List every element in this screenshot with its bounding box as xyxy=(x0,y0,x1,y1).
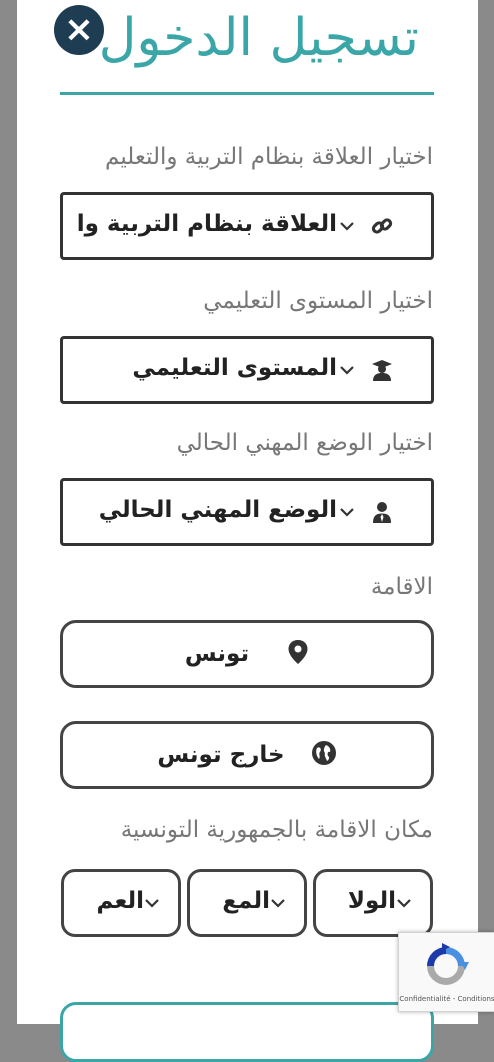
chevron-down-icon xyxy=(339,361,355,380)
relation-label: اختيار العلاقة بنظام التربية والتعليم xyxy=(105,144,433,170)
job-select[interactable]: الوضع المهني الحالي xyxy=(60,478,434,546)
relation-value: العلاقة بنظام التربية والا xyxy=(77,211,337,237)
chevron-down-icon xyxy=(339,503,355,522)
relation-select[interactable]: العلاقة بنظام التربية والا xyxy=(60,192,434,260)
delegation-select[interactable]: المع xyxy=(187,869,307,937)
globe-icon xyxy=(311,740,337,770)
job-label: اختيار الوضع المهني الحالي xyxy=(176,430,433,456)
recaptcha-icon xyxy=(421,941,471,991)
level-value: المستوى التعليمي xyxy=(132,355,337,381)
map-pin-icon xyxy=(287,639,309,669)
location-label: مكان الاقامة بالجمهورية التونسية xyxy=(120,817,433,843)
page-title: تسجيل الدخول xyxy=(98,8,419,68)
recaptcha-links[interactable]: Confidentialité - Conditions xyxy=(399,995,494,1003)
submit-button[interactable] xyxy=(60,1002,434,1062)
delegation-value: المع xyxy=(222,888,270,914)
residence-abroad-label: خارج تونس xyxy=(157,742,285,768)
state-select[interactable]: الولا xyxy=(313,869,433,937)
chevron-down-icon xyxy=(339,217,355,236)
title-underline xyxy=(60,92,434,95)
job-value: الوضع المهني الحالي xyxy=(98,497,337,523)
graduate-icon xyxy=(369,357,395,383)
residence-abroad-button[interactable]: خارج تونس xyxy=(60,721,434,789)
close-button[interactable]: × xyxy=(54,5,104,55)
chevron-down-icon xyxy=(270,894,286,913)
residence-tunisia-button[interactable]: تونس xyxy=(60,620,434,688)
state-value: الولا xyxy=(347,888,396,914)
residence-tunisia-label: تونس xyxy=(184,641,250,667)
residence-label: الاقامة xyxy=(370,574,433,600)
close-icon: × xyxy=(63,9,95,50)
chevron-down-icon xyxy=(144,894,160,913)
chevron-down-icon xyxy=(396,894,412,913)
link-icon xyxy=(369,213,395,239)
sector-select[interactable]: العم xyxy=(61,869,181,937)
level-label: اختيار المستوى التعليمي xyxy=(203,288,433,314)
user-tie-icon xyxy=(369,499,395,525)
level-select[interactable]: المستوى التعليمي xyxy=(60,336,434,404)
recaptcha-badge[interactable]: Confidentialité - Conditions xyxy=(398,932,494,1012)
sector-value: العم xyxy=(96,888,144,914)
